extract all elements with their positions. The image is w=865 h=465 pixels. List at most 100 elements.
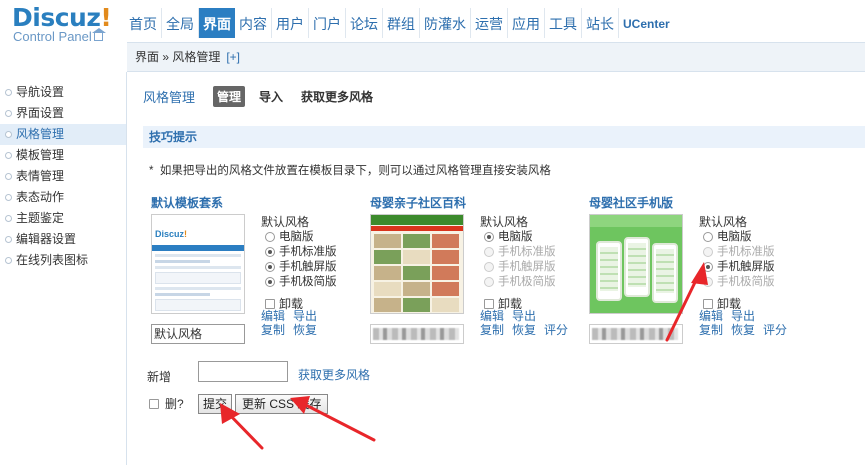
- nav-ucenter[interactable]: UCenter: [619, 8, 674, 38]
- style-options: 默认风格 电脑版 手机标准版 手机触屏版 手机极简版 卸载: [480, 214, 580, 312]
- submit-button[interactable]: 提交: [198, 394, 233, 414]
- export-link[interactable]: 导出: [731, 309, 755, 323]
- export-link[interactable]: 导出: [512, 309, 536, 323]
- bullet-icon: [5, 173, 12, 180]
- option-mobile-touch[interactable]: 手机触屏版: [261, 260, 361, 275]
- radio-icon[interactable]: [265, 247, 275, 257]
- style-actions: 编辑 导出 复制 恢复 评分: [480, 309, 580, 337]
- logo-brand: Discuz!: [12, 3, 112, 32]
- nav-interface[interactable]: 界面: [199, 8, 235, 38]
- option-pc[interactable]: 电脑版: [480, 230, 580, 245]
- delete-checkbox[interactable]: 删?: [149, 396, 184, 412]
- edit-link[interactable]: 编辑: [699, 309, 723, 323]
- restore-link[interactable]: 恢复: [293, 323, 317, 337]
- bullet-icon: [5, 89, 12, 96]
- bullet-icon: [5, 152, 12, 159]
- style-options: 默认风格 电脑版 手机标准版 手机触屏版 手机极简版 卸载: [699, 214, 799, 312]
- style-title: 默认模板套系: [151, 196, 224, 210]
- tab-import[interactable]: 导入: [255, 86, 287, 107]
- tips-header: 技巧提示: [143, 126, 865, 148]
- option-pc[interactable]: 电脑版: [261, 230, 361, 245]
- style-card-baby-wiki: 母婴亲子社区百科 默认风格 电脑版 手机标准版 手机触屏版 手机极简版 卸载 编…: [370, 194, 580, 344]
- radio-icon: [484, 247, 494, 257]
- checkbox-icon[interactable]: [265, 299, 275, 309]
- nav-portal[interactable]: 门户: [309, 8, 346, 38]
- sidebar-item-reactions[interactable]: 表态动作: [0, 187, 126, 208]
- add-shortcut-link[interactable]: [+]: [226, 50, 240, 64]
- checkbox-icon[interactable]: [484, 299, 494, 309]
- option-mobile-lite: 手机极简版: [699, 275, 799, 290]
- rate-link[interactable]: 评分: [763, 323, 787, 337]
- sidebar-item-interface[interactable]: 界面设置: [0, 103, 126, 124]
- nav-home[interactable]: 首页: [127, 8, 162, 38]
- nav-tools[interactable]: 工具: [545, 8, 582, 38]
- sidebar-item-editor[interactable]: 编辑器设置: [0, 229, 126, 250]
- option-mobile-standard[interactable]: 手机标准版: [261, 245, 361, 260]
- radio-icon[interactable]: [265, 262, 275, 272]
- checkbox-icon[interactable]: [149, 399, 159, 409]
- blurred-name: [592, 328, 678, 340]
- option-mobile-standard: 手机标准版: [699, 245, 799, 260]
- option-mobile-standard: 手机标准版: [480, 245, 580, 260]
- sidebar-item-online-icons[interactable]: 在线列表图标: [0, 250, 126, 271]
- bullet-icon: [5, 215, 12, 222]
- option-pc[interactable]: 电脑版: [699, 230, 799, 245]
- default-style-label: 默认风格: [699, 215, 748, 229]
- style-title: 母婴亲子社区百科: [370, 196, 467, 210]
- radio-icon[interactable]: [265, 232, 275, 242]
- nav-content[interactable]: 内容: [235, 8, 272, 38]
- add-style-input[interactable]: [198, 361, 288, 382]
- radio-icon[interactable]: [703, 262, 713, 272]
- sidebar-item-thread-stamps[interactable]: 主题鉴定: [0, 208, 126, 229]
- logo[interactable]: Discuz! Control Panel: [12, 3, 122, 44]
- bullet-icon: [5, 110, 12, 117]
- radio-icon: [703, 277, 713, 287]
- style-name-input[interactable]: [370, 324, 464, 344]
- nav-groups[interactable]: 群组: [383, 8, 420, 38]
- option-mobile-touch[interactable]: 手机触屏版: [699, 260, 799, 275]
- nav-anti-spam[interactable]: 防灌水: [420, 8, 471, 38]
- bullet-icon: [5, 257, 12, 264]
- title-bar: 风格管理 管理 导入 获取更多风格: [143, 85, 387, 107]
- nav-webmaster[interactable]: 站长: [582, 8, 619, 38]
- bullet-icon: [5, 131, 12, 138]
- update-css-cache-button[interactable]: 更新 CSS 缓存: [235, 394, 329, 414]
- nav-users[interactable]: 用户: [272, 8, 309, 38]
- radio-icon[interactable]: [703, 232, 713, 242]
- checkbox-icon[interactable]: [703, 299, 713, 309]
- copy-link[interactable]: 复制: [699, 323, 723, 337]
- copy-link[interactable]: 复制: [480, 323, 504, 337]
- nav-apps[interactable]: 应用: [508, 8, 545, 38]
- page-title: 风格管理: [143, 89, 196, 105]
- tab-get-more-styles[interactable]: 获取更多风格: [297, 86, 377, 107]
- option-mobile-touch: 手机触屏版: [480, 260, 580, 275]
- export-link[interactable]: 导出: [293, 309, 317, 323]
- main-content: 风格管理 管理 导入 获取更多风格 技巧提示 * 如果把导出的风格文件放置在模板…: [127, 72, 865, 465]
- restore-link[interactable]: 恢复: [512, 323, 536, 337]
- breadcrumb-text: 界面 » 风格管理: [135, 50, 221, 64]
- style-actions: 编辑 导出 复制 恢复 评分: [699, 309, 799, 337]
- sidebar-item-templates[interactable]: 模板管理: [0, 145, 126, 166]
- sidebar-item-smilies[interactable]: 表情管理: [0, 166, 126, 187]
- radio-icon[interactable]: [265, 277, 275, 287]
- style-name-input[interactable]: 默认风格: [151, 324, 245, 344]
- tip-text: * 如果把导出的风格文件放置在模板目录下，则可以通过风格管理直接安装风格: [149, 165, 551, 177]
- radio-icon[interactable]: [484, 232, 494, 242]
- edit-link[interactable]: 编辑: [480, 309, 504, 323]
- restore-link[interactable]: 恢复: [731, 323, 755, 337]
- copy-link[interactable]: 复制: [261, 323, 285, 337]
- option-mobile-lite[interactable]: 手机极简版: [261, 275, 361, 290]
- nav-global[interactable]: 全局: [162, 8, 199, 38]
- edit-link[interactable]: 编辑: [261, 309, 285, 323]
- sidebar-item-styles[interactable]: 风格管理: [0, 124, 126, 145]
- sidebar: 导航设置 界面设置 风格管理 模板管理 表情管理 表态动作 主题鉴定 编辑器设置…: [0, 72, 127, 465]
- radio-icon: [484, 277, 494, 287]
- style-thumbnail: Discuz!: [151, 214, 245, 314]
- nav-forum[interactable]: 论坛: [346, 8, 383, 38]
- nav-operations[interactable]: 运营: [471, 8, 508, 38]
- tab-manage[interactable]: 管理: [213, 85, 246, 107]
- rate-link[interactable]: 评分: [544, 323, 568, 337]
- style-name-input[interactable]: [589, 324, 683, 344]
- sidebar-item-navigation[interactable]: 导航设置: [0, 82, 126, 103]
- get-more-styles-link[interactable]: 获取更多风格: [298, 366, 370, 383]
